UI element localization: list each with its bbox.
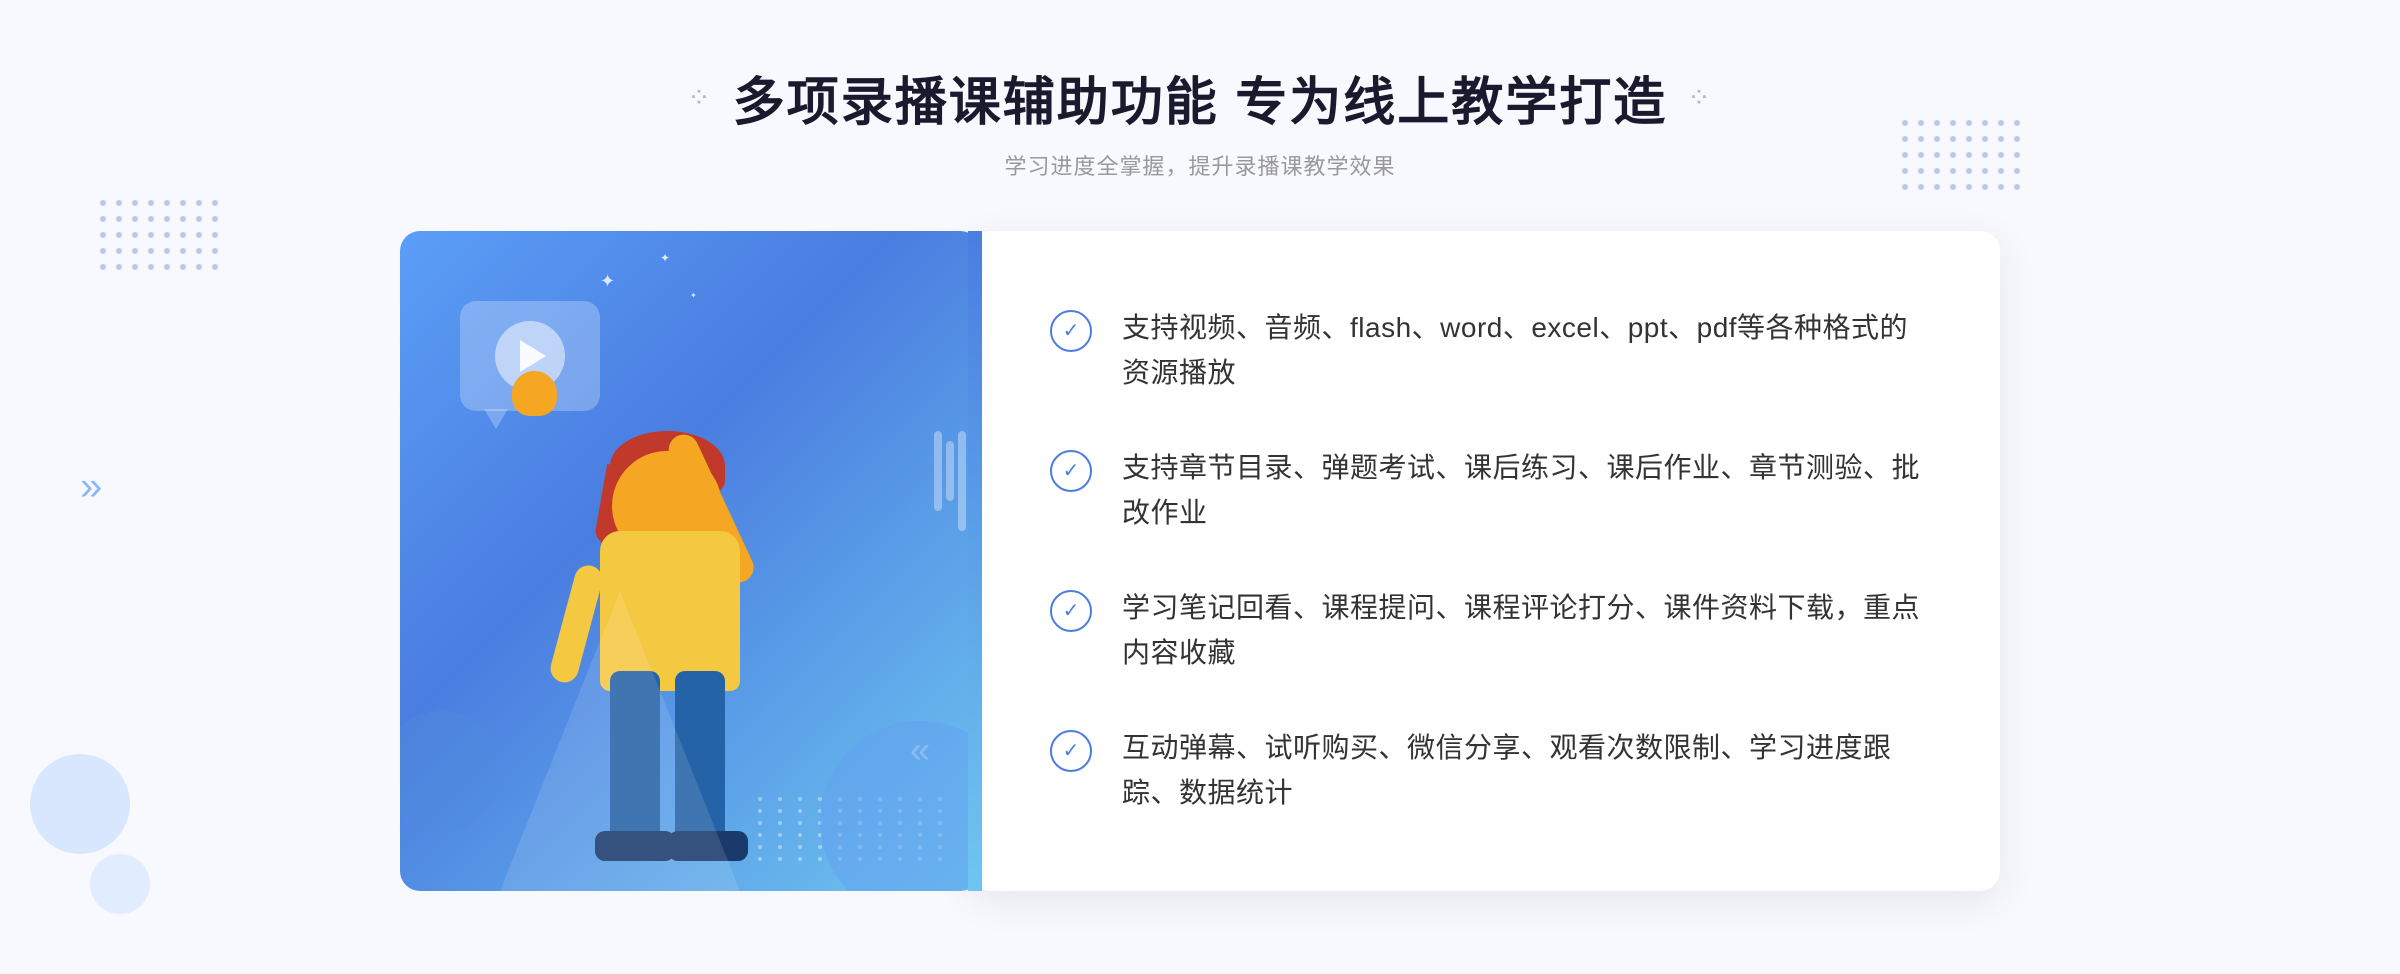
check-icon-3: ✓ bbox=[1050, 590, 1092, 632]
sparkle-icon-1: ✦ bbox=[600, 271, 615, 292]
light-beam-decoration bbox=[500, 591, 740, 891]
header-decorators: ⁘ 多项录播课辅助功能 专为线上教学打造 ⁘ bbox=[687, 60, 1712, 135]
check-icon-4: ✓ bbox=[1050, 730, 1092, 772]
bg-circle-bottom-left bbox=[30, 754, 130, 854]
illustration-bg: ✦ ✦ ✦ bbox=[400, 231, 980, 891]
feature-item-3: ✓ 学习笔记回看、课程提问、课程评论打分、课件资料下载，重点内容收藏 bbox=[1050, 586, 1920, 676]
chevron-double-icon: » bbox=[80, 465, 102, 509]
bg-dots-left bbox=[100, 200, 218, 270]
decorator-dots-left: ⁘ bbox=[687, 81, 712, 114]
feature-text-1: 支持视频、音频、flash、word、excel、ppt、pdf等各种格式的资源… bbox=[1122, 306, 1920, 396]
sparkle-icon-3: ✦ bbox=[690, 291, 697, 300]
feature-text-4: 互动弹幕、试听购买、微信分享、观看次数限制、学习进度跟踪、数据统计 bbox=[1122, 726, 1920, 816]
header-section: ⁘ 多项录播课辅助功能 专为线上教学打造 ⁘ 学习进度全掌握，提升录播课教学效果 bbox=[687, 60, 1712, 181]
main-title: 多项录播课辅助功能 专为线上教学打造 bbox=[733, 60, 1667, 135]
sidebar-left-decoration: » bbox=[80, 465, 102, 510]
decorator-dots-right: ⁘ bbox=[1687, 81, 1712, 114]
checkmark-symbol-2: ✓ bbox=[1063, 461, 1080, 481]
sparkle-icon-2: ✦ bbox=[660, 251, 670, 265]
check-icon-1: ✓ bbox=[1050, 310, 1092, 352]
feature-item-4: ✓ 互动弹幕、试听购买、微信分享、观看次数限制、学习进度跟踪、数据统计 bbox=[1050, 726, 1920, 816]
page-container: » ⁘ 多项录播课辅助功能 专为线上教学打造 ⁘ 学习进度全掌握，提升录播课教学… bbox=[0, 0, 2400, 974]
bg-dots-right bbox=[1902, 120, 2020, 190]
subtitle: 学习进度全掌握，提升录播课教学效果 bbox=[687, 149, 1712, 181]
person-hand-up bbox=[512, 371, 557, 416]
main-content: ✦ ✦ ✦ bbox=[400, 231, 2000, 931]
check-circle-1: ✓ bbox=[1050, 310, 1092, 352]
feature-text-2: 支持章节目录、弹题考试、课后练习、课后作业、章节测验、批改作业 bbox=[1122, 446, 1920, 536]
checkmark-symbol-1: ✓ bbox=[1063, 321, 1080, 341]
checkmark-symbol-3: ✓ bbox=[1063, 601, 1080, 621]
feature-text-3: 学习笔记回看、课程提问、课程评论打分、课件资料下载，重点内容收藏 bbox=[1122, 586, 1920, 676]
feature-item-2: ✓ 支持章节目录、弹题考试、课后练习、课后作业、章节测验、批改作业 bbox=[1050, 446, 1920, 536]
check-icon-2: ✓ bbox=[1050, 450, 1092, 492]
feature-item-1: ✓ 支持视频、音频、flash、word、excel、ppt、pdf等各种格式的… bbox=[1050, 306, 1920, 396]
illustration-panel: ✦ ✦ ✦ bbox=[400, 231, 1020, 931]
check-circle-2: ✓ bbox=[1050, 450, 1092, 492]
check-circle-4: ✓ bbox=[1050, 730, 1092, 772]
circle-decoration-medium bbox=[400, 711, 500, 831]
play-triangle-icon bbox=[520, 340, 546, 372]
check-circle-3: ✓ bbox=[1050, 590, 1092, 632]
blue-vertical-bar bbox=[968, 231, 982, 891]
content-panel: ✓ 支持视频、音频、flash、word、excel、ppt、pdf等各种格式的… bbox=[970, 231, 2000, 891]
checkmark-symbol-4: ✓ bbox=[1063, 741, 1080, 761]
circle-decoration-large bbox=[820, 721, 980, 891]
bg-circle-bottom-left2 bbox=[90, 854, 150, 914]
